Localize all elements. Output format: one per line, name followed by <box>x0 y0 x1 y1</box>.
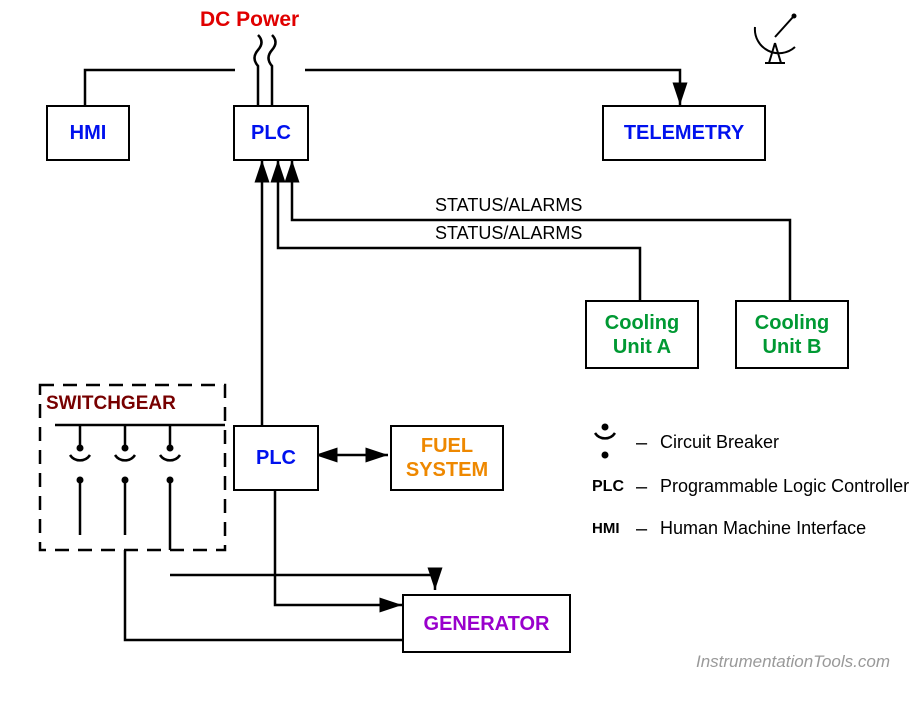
legend-hmi-dash: – <box>636 518 647 541</box>
status-alarms-2: STATUS/ALARMS <box>435 223 582 244</box>
status-alarms-1: STATUS/ALARMS <box>435 195 582 216</box>
legend-hmi-desc: Human Machine Interface <box>660 518 866 539</box>
legend-cb-dash: – <box>636 432 647 455</box>
legend-cb-desc: Circuit Breaker <box>660 432 779 453</box>
telemetry-label: TELEMETRY <box>624 121 744 145</box>
dc-power-label: DC Power <box>200 8 299 32</box>
watermark: InstrumentationTools.com <box>696 652 890 672</box>
plc-bottom-box: PLC <box>233 425 319 491</box>
plc-bottom-label: PLC <box>256 446 296 470</box>
cooling-unit-a-box: Cooling Unit A <box>585 300 699 369</box>
plc-top-box: PLC <box>233 105 309 161</box>
hmi-box: HMI <box>46 105 130 161</box>
cooling-b-label: Cooling Unit B <box>737 311 847 359</box>
generator-label: GENERATOR <box>424 612 550 636</box>
generator-box: GENERATOR <box>402 594 571 653</box>
telemetry-box: TELEMETRY <box>602 105 766 161</box>
legend-hmi-symbol: HMI <box>592 520 620 537</box>
fuel-system-label: FUEL SYSTEM <box>392 434 502 482</box>
plc-top-label: PLC <box>251 121 291 145</box>
switchgear-label: SWITCHGEAR <box>46 393 176 415</box>
cooling-unit-b-box: Cooling Unit B <box>735 300 849 369</box>
legend-plc-symbol: PLC <box>592 478 624 496</box>
hmi-label: HMI <box>70 121 107 145</box>
legend-plc-desc: Programmable Logic Controller <box>660 476 909 497</box>
fuel-system-box: FUEL SYSTEM <box>390 425 504 491</box>
legend-plc-dash: – <box>636 476 647 499</box>
cooling-a-label: Cooling Unit A <box>587 311 697 359</box>
